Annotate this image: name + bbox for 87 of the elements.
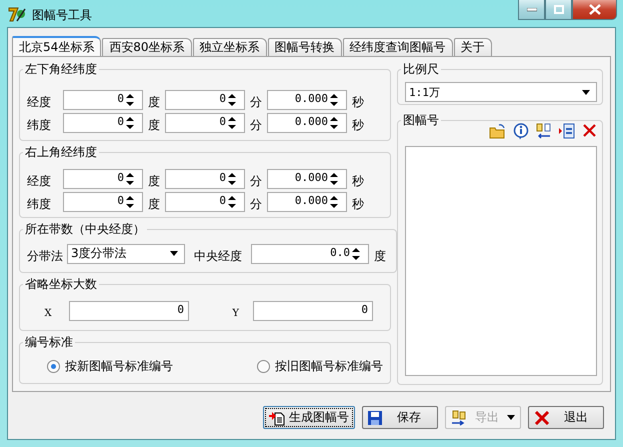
spin-arrows-icon[interactable] xyxy=(126,116,134,130)
spin-arrows-icon[interactable] xyxy=(126,194,134,208)
group-title: 图幅号 xyxy=(402,112,440,129)
spin-arrows-icon[interactable] xyxy=(330,194,338,208)
tab[interactable]: 西安80坐标系 xyxy=(102,38,192,56)
info-icon[interactable] xyxy=(513,123,529,140)
unit-label: 度 xyxy=(147,196,161,212)
field-label: X xyxy=(43,306,53,318)
unit-label: 度 xyxy=(147,172,161,190)
spin-arrows-icon[interactable] xyxy=(228,116,236,130)
delete-icon[interactable] xyxy=(582,123,597,138)
document-arrow-icon xyxy=(269,410,285,426)
spin-arrows-icon[interactable] xyxy=(352,246,360,260)
spin-field[interactable]: 0.000 xyxy=(267,90,347,110)
field-label: 经度 xyxy=(27,94,52,110)
app-logo-icon xyxy=(8,5,26,23)
group-title: 编号标准 xyxy=(24,334,74,351)
unit-label: 分 xyxy=(249,116,263,134)
tab[interactable]: 北京54坐标系 xyxy=(12,36,102,56)
close-icon xyxy=(588,4,600,15)
spin-field[interactable]: 0 xyxy=(165,112,245,132)
tab[interactable]: 经纬度查询图幅号 xyxy=(342,38,453,56)
input-field[interactable]: 0 xyxy=(253,300,373,320)
unit-label: 度 xyxy=(147,116,161,134)
spin-field[interactable]: 0 xyxy=(165,192,245,212)
unit-label: 分 xyxy=(249,196,263,212)
tab[interactable]: 独立坐标系 xyxy=(192,38,267,56)
unit-label: 秒 xyxy=(351,172,365,190)
spin-arrows-icon[interactable] xyxy=(126,172,134,186)
dropdown-caret-icon[interactable] xyxy=(582,90,590,94)
dropdown[interactable]: 3度分带法 xyxy=(67,244,185,264)
spin-field[interactable]: 0 xyxy=(165,90,245,110)
spin-field[interactable]: 0.000 xyxy=(267,192,347,212)
close-button[interactable] xyxy=(572,0,617,20)
folder-icon[interactable] xyxy=(489,123,506,139)
copy-arrow-icon xyxy=(451,410,467,426)
field-label: 分带法 xyxy=(27,248,64,264)
spin-field[interactable]: 0 xyxy=(63,168,143,188)
spin-arrows-icon[interactable] xyxy=(228,92,236,106)
spin-field[interactable]: 0 xyxy=(63,90,143,110)
tab[interactable]: 关于 xyxy=(454,38,492,56)
unit-label: 度 xyxy=(373,248,387,264)
dropdown[interactable]: 1:1万 xyxy=(405,82,597,102)
spin-arrows-icon[interactable] xyxy=(330,116,338,130)
spin-arrows-icon[interactable] xyxy=(330,172,338,186)
group-title: 右上角经纬度 xyxy=(24,144,98,161)
close-icon xyxy=(534,410,550,424)
spin-field[interactable]: 0.0 xyxy=(251,244,369,264)
group-title: 比例尺 xyxy=(402,61,440,78)
dropdown-caret-icon[interactable] xyxy=(170,251,178,256)
unit-label: 秒 xyxy=(351,196,365,212)
spin-arrows-icon[interactable] xyxy=(126,92,134,106)
input-field[interactable]: 0 xyxy=(69,300,189,320)
copy-arrow-icon[interactable] xyxy=(536,123,552,139)
spin-field[interactable]: 0 xyxy=(63,112,143,132)
action-button[interactable]: 退出 xyxy=(528,406,604,429)
group-title: 左下角经纬度 xyxy=(24,61,98,78)
window-title: 图幅号工具 xyxy=(32,7,92,24)
spin-field[interactable]: 0 xyxy=(165,168,245,188)
spin-field[interactable]: 0.000 xyxy=(267,112,347,132)
action-button[interactable]: 保存 xyxy=(362,406,438,429)
radio-option[interactable]: 按新图幅号标准编号 xyxy=(47,358,173,375)
field-label: 纬度 xyxy=(27,116,52,134)
unit-label: 分 xyxy=(249,172,263,190)
unit-label: 秒 xyxy=(351,94,365,110)
field-label: 中央经度 xyxy=(193,248,243,264)
radio-option[interactable]: 按旧图幅号标准编号 xyxy=(257,358,383,375)
group-title: 所在带数（中央经度） xyxy=(24,221,146,238)
maximize-icon xyxy=(554,5,564,14)
tab[interactable]: 图幅号转换 xyxy=(268,38,342,56)
field-label: Y xyxy=(231,306,240,318)
field-label: 纬度 xyxy=(27,196,52,212)
maximize-button[interactable] xyxy=(545,0,572,20)
spin-arrows-icon[interactable] xyxy=(228,172,236,186)
spin-field[interactable]: 0.000 xyxy=(267,168,347,188)
list-insert-icon[interactable] xyxy=(559,123,575,139)
group-title: 省略坐标大数 xyxy=(24,276,98,293)
spin-arrows-icon[interactable] xyxy=(330,92,338,106)
unit-label: 分 xyxy=(249,94,263,110)
action-button[interactable]: 生成图幅号 xyxy=(263,406,355,429)
unit-label: 秒 xyxy=(351,116,365,134)
field-label: 经度 xyxy=(27,172,52,190)
spin-arrows-icon[interactable] xyxy=(228,194,236,208)
spin-field[interactable]: 0 xyxy=(63,192,143,212)
unit-label: 度 xyxy=(147,94,161,110)
minimize-icon xyxy=(526,8,536,12)
minimize-button[interactable] xyxy=(518,0,545,20)
